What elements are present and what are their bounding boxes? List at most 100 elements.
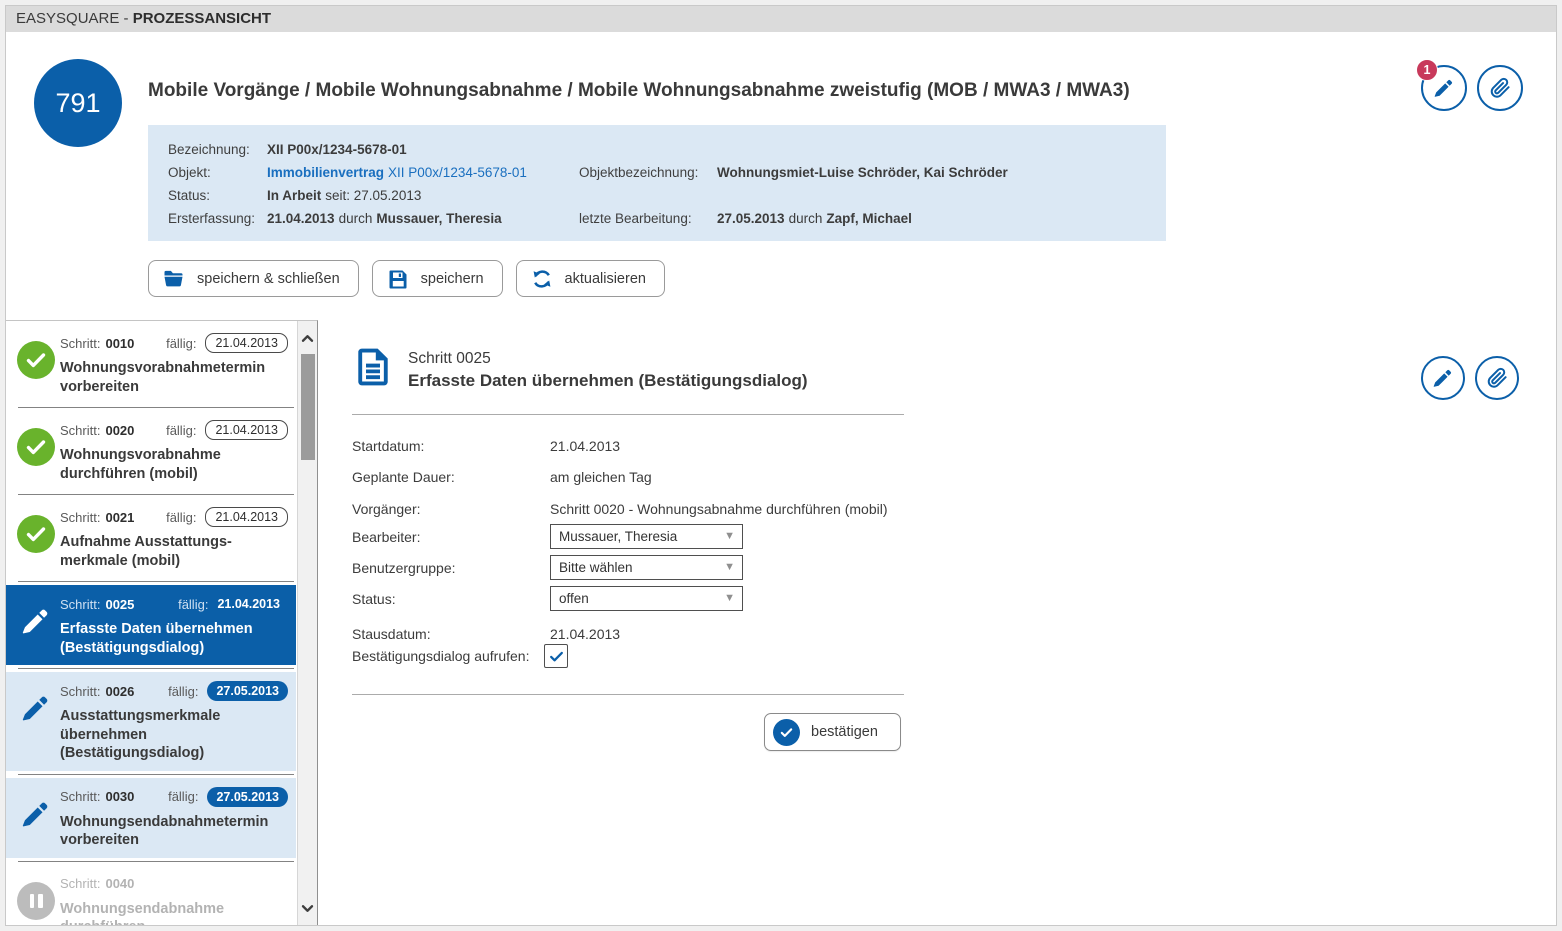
check-icon <box>24 348 48 372</box>
step-number: 0026 <box>105 684 134 699</box>
due-date: 21.04.2013 <box>217 597 280 611</box>
process-title: Mobile Vorgänge / Mobile Wohnungsabnahme… <box>148 80 1298 102</box>
vorgaenger-value: Schritt 0020 - Wohnungsabnahme durchführ… <box>550 501 887 517</box>
check-circle-icon <box>773 719 800 746</box>
faellig-label: fällig: <box>166 336 196 351</box>
paperclip-icon <box>1485 366 1509 390</box>
schritt-label: Schritt: <box>60 336 100 351</box>
refresh-button[interactable]: aktualisieren <box>516 260 665 297</box>
pen-icon <box>19 604 53 638</box>
step-status-icon <box>17 515 55 553</box>
steps-sidebar: Schritt: 0010 fällig: 21.04.2013 Wohnung… <box>6 320 318 925</box>
step-status-icon <box>17 795 55 833</box>
step-number: 0025 <box>105 597 134 612</box>
step-attachments-button[interactable] <box>1475 356 1519 400</box>
benutzergruppe-dropdown[interactable]: Bitte wählen ▼ <box>550 555 743 580</box>
dialog-checkbox[interactable] <box>544 644 568 668</box>
schritt-label: Schritt: <box>60 789 100 804</box>
step-item[interactable]: Schritt: 0026 fällig: 27.05.2013 Ausstat… <box>6 672 296 771</box>
step-number: 0040 <box>105 876 134 891</box>
sidebar-scrollbar[interactable] <box>297 321 317 925</box>
letzte-bearbeitung-value: 27.05.2013durchZapf, Michael <box>717 207 1156 230</box>
step-status-icon <box>17 882 55 920</box>
objekt-label: Objekt: <box>168 161 267 184</box>
screen: EASYSQUARE - PROZESSANSICHT 791 Mobile V… <box>0 0 1562 931</box>
attachments-button[interactable] <box>1477 65 1523 111</box>
faellig-label: fällig: <box>166 423 196 438</box>
dropdown-arrow-icon: ▼ <box>724 587 735 610</box>
step-item[interactable]: Schritt: 0040 Wohnungsendabnahme durchfü… <box>6 865 296 926</box>
confirm-button[interactable]: bestätigen <box>764 713 901 751</box>
step-item[interactable]: Schritt: 0030 fällig: 27.05.2013 Wohnung… <box>6 778 296 858</box>
stausdatum-label: Stausdatum: <box>352 626 431 642</box>
benutzergruppe-label: Benutzergruppe: <box>352 560 456 576</box>
step-number: 0010 <box>105 336 134 351</box>
scroll-down-button[interactable] <box>298 897 317 919</box>
status-value: In Arbeitseit: 27.05.2013 <box>267 184 579 207</box>
objekt-link[interactable]: ImmobilienvertragXII P00x/1234-5678-01 <box>267 161 579 184</box>
dropdown-arrow-icon: ▼ <box>724 556 735 579</box>
step-item[interactable]: Schritt: 0025 fällig: 21.04.2013 Erfasst… <box>6 585 296 665</box>
step-item-title: Aufnahme Ausstattungs­merkmale (mobil) <box>60 533 288 570</box>
step-item[interactable]: Schritt: 0010 fällig: 21.04.2013 Wohnung… <box>6 324 296 404</box>
dauer-value: am gleichen Tag <box>550 469 652 485</box>
process-number-badge: 791 <box>34 59 122 147</box>
dropdown-arrow-icon: ▼ <box>724 525 735 548</box>
schritt-label: Schritt: <box>60 597 100 612</box>
objektbezeichnung-label: Objektbezeichnung: <box>579 161 717 184</box>
paperclip-icon <box>1488 76 1512 100</box>
bezeichnung-label: Bezeichnung: <box>168 138 267 161</box>
folder-icon <box>162 267 186 291</box>
step-item-title: Wohnungsendabnahme durchführen <box>60 900 288 926</box>
save-button[interactable]: speichern <box>372 260 503 297</box>
pen-icon <box>19 797 53 831</box>
save-close-button[interactable]: speichern & schließen <box>148 260 359 297</box>
app-title-bar: EASYSQUARE - PROZESSANSICHT <box>6 6 1556 32</box>
startdatum-label: Startdatum: <box>352 438 424 454</box>
step-number: 0020 <box>105 423 134 438</box>
schritt-label: Schritt: <box>60 510 100 525</box>
step-separator <box>18 494 294 495</box>
bearbeiter-dropdown[interactable]: Mussauer, Theresia ▼ <box>550 524 743 549</box>
schritt-label: Schritt: <box>60 876 100 891</box>
step-item-title: Erfasste Daten übernehmen (Bestätigungsd… <box>60 620 288 657</box>
step-item[interactable]: Schritt: 0021 fällig: 21.04.2013 Aufnahm… <box>6 498 296 578</box>
faellig-label: fällig: <box>166 510 196 525</box>
faellig-label: fällig: <box>178 597 208 612</box>
step-separator <box>18 407 294 408</box>
vorgaenger-label: Vorgänger: <box>352 501 421 517</box>
scrollbar-thumb[interactable] <box>301 354 315 460</box>
pen-icon <box>19 691 53 725</box>
divider <box>352 414 904 415</box>
process-toolbar: speichern & schließen speichern aktualis… <box>148 260 665 297</box>
floppy-disk-icon <box>386 267 410 291</box>
steps-list: Schritt: 0010 fällig: 21.04.2013 Wohnung… <box>6 321 296 925</box>
due-date: 21.04.2013 <box>205 333 288 353</box>
process-info-box: Bezeichnung: XII P00x/1234-5678-01 Objek… <box>148 125 1166 241</box>
document-icon <box>352 345 394 389</box>
step-item[interactable]: Schritt: 0020 fällig: 21.04.2013 Wohnung… <box>6 411 296 491</box>
ersterfassung-value: 21.04.2013durchMussauer, Theresia <box>267 207 579 230</box>
stausdatum-value: 21.04.2013 <box>550 626 620 642</box>
edit-notification-badge: 1 <box>1416 59 1438 81</box>
divider <box>352 694 904 695</box>
letzte-bearbeitung-label: letzte Bearbeitung: <box>579 207 717 230</box>
status-label: Status: <box>168 184 267 207</box>
edit-process-button[interactable]: 1 <box>1421 65 1467 111</box>
schritt-label: Schritt: <box>60 684 100 699</box>
step-item-title: Wohnungsvorabnahme durchführen (mobil) <box>60 446 288 483</box>
step-separator <box>18 668 294 669</box>
app-title-view: PROZESSANSICHT <box>133 10 271 27</box>
status-dropdown[interactable]: offen ▼ <box>550 586 743 611</box>
due-date: 21.04.2013 <box>205 420 288 440</box>
process-number: 791 <box>55 88 100 119</box>
due-date: 21.04.2013 <box>205 507 288 527</box>
step-status-icon <box>17 341 55 379</box>
edit-step-button[interactable] <box>1421 356 1465 400</box>
scroll-up-button[interactable] <box>298 327 317 349</box>
faellig-label: fällig: <box>168 789 198 804</box>
chevron-down-icon <box>301 904 314 913</box>
step-status-icon <box>17 602 55 640</box>
dauer-label: Geplante Dauer: <box>352 469 455 485</box>
workspace: Schritt: 0010 fällig: 21.04.2013 Wohnung… <box>6 320 1556 925</box>
